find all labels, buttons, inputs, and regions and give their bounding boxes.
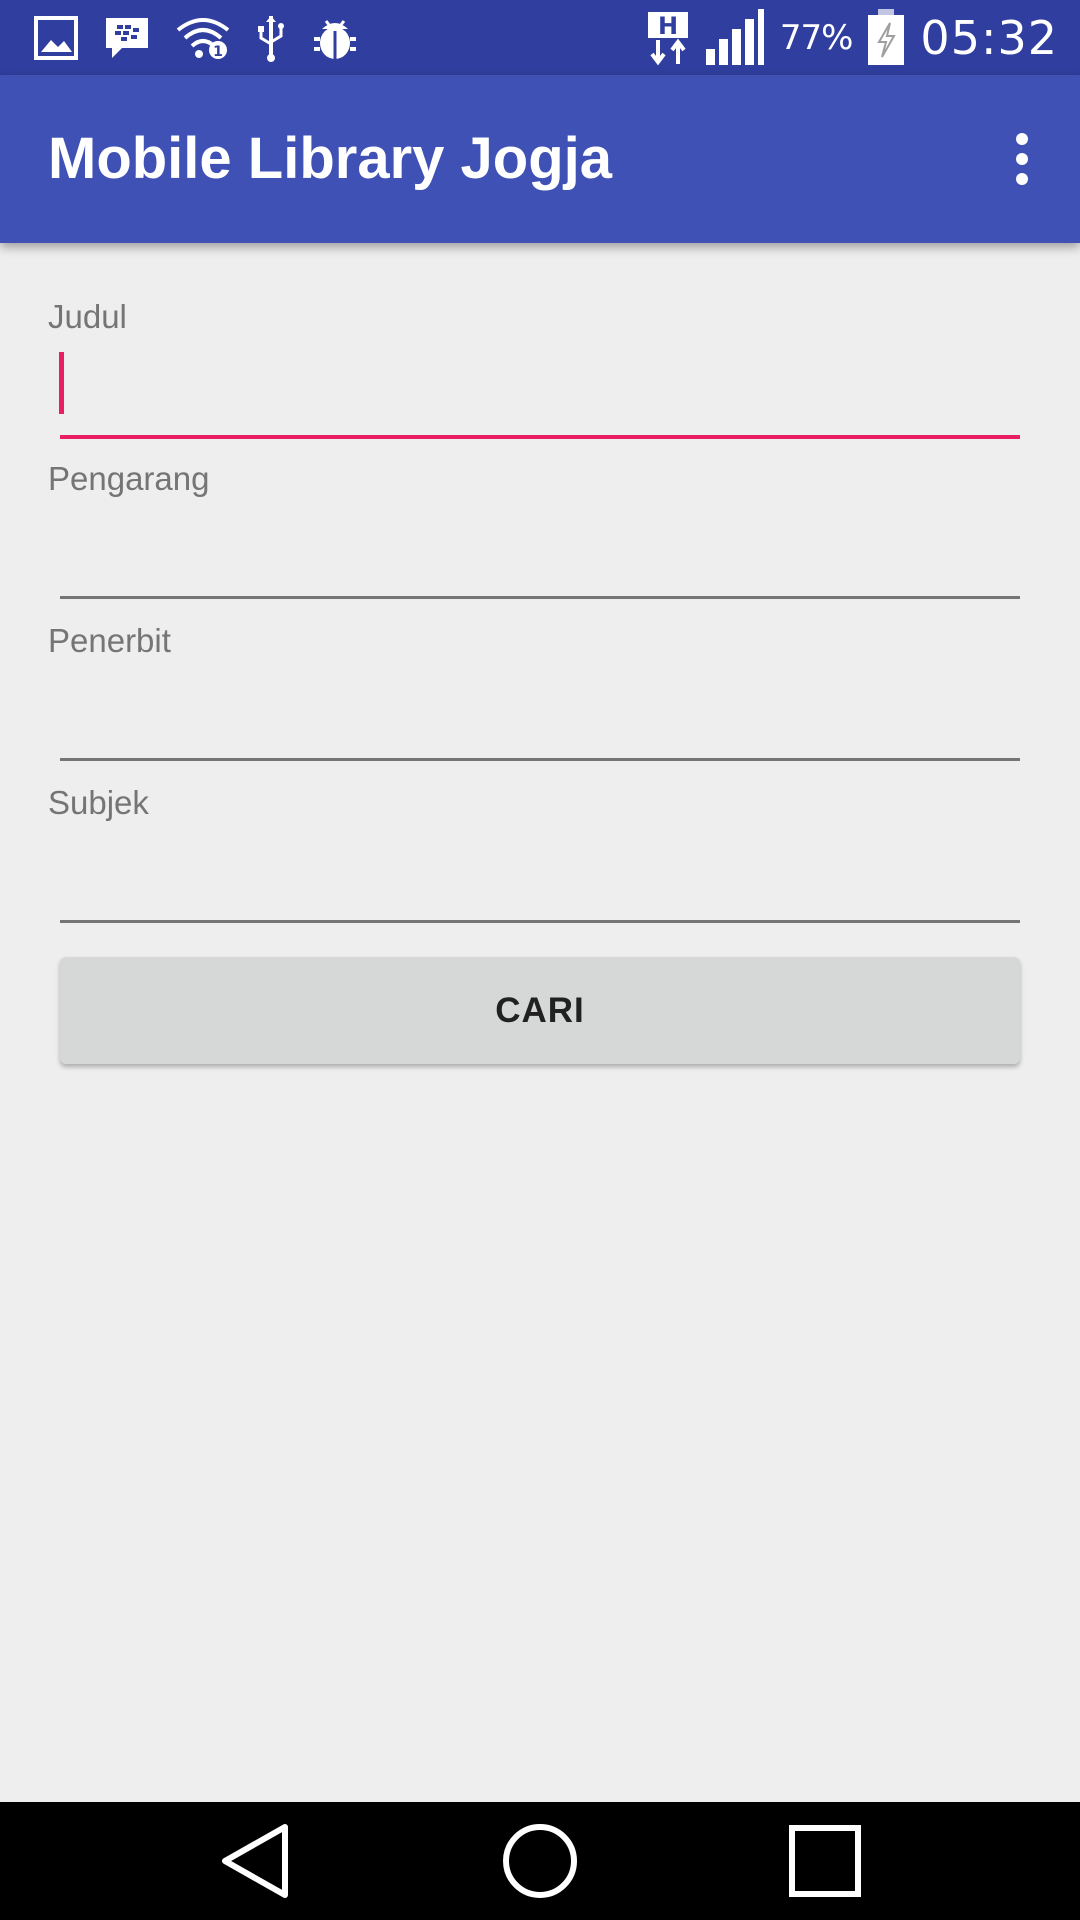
wifi-icon: 1 bbox=[176, 16, 230, 60]
penerbit-label: Penerbit bbox=[48, 622, 171, 659]
pengarang-input[interactable] bbox=[60, 510, 1020, 580]
svg-text:1: 1 bbox=[213, 44, 223, 60]
status-bar-notifications: 1 bbox=[34, 12, 358, 64]
penerbit-underline bbox=[60, 758, 1020, 761]
judul-input[interactable] bbox=[60, 348, 1020, 418]
network-type-text: H bbox=[658, 12, 678, 40]
network-h-icon: H bbox=[646, 10, 690, 66]
home-icon[interactable] bbox=[440, 1802, 640, 1920]
pengarang-label: Pengarang bbox=[48, 460, 210, 497]
android-debug-icon bbox=[312, 15, 358, 61]
pengarang-underline bbox=[60, 596, 1020, 599]
subjek-underline bbox=[60, 920, 1020, 923]
back-icon[interactable] bbox=[155, 1802, 355, 1920]
recents-icon[interactable] bbox=[725, 1802, 925, 1920]
navigation-bar bbox=[0, 1802, 1080, 1920]
battery-charging-icon bbox=[866, 9, 906, 67]
usb-icon bbox=[256, 14, 286, 62]
more-vert-icon[interactable] bbox=[994, 127, 1050, 191]
app-title: Mobile Library Jogja bbox=[48, 126, 612, 191]
bbm-icon bbox=[104, 16, 150, 60]
image-icon bbox=[34, 16, 78, 60]
app-bar: Mobile Library Jogja bbox=[0, 75, 1080, 243]
subjek-input[interactable] bbox=[60, 834, 1020, 904]
penerbit-input[interactable] bbox=[60, 672, 1020, 742]
status-bar-system: H 77% 05:32 bbox=[646, 8, 1058, 68]
clock: 05:32 bbox=[920, 11, 1058, 65]
battery-percent: 77% bbox=[779, 18, 854, 58]
judul-label: Judul bbox=[48, 298, 127, 335]
subjek-label: Subjek bbox=[48, 784, 149, 821]
search-button[interactable]: CARI bbox=[60, 957, 1020, 1064]
judul-underline bbox=[60, 435, 1020, 439]
signal-icon bbox=[704, 9, 766, 67]
status-bar: 1 H 77% 05:32 bbox=[0, 0, 1080, 75]
